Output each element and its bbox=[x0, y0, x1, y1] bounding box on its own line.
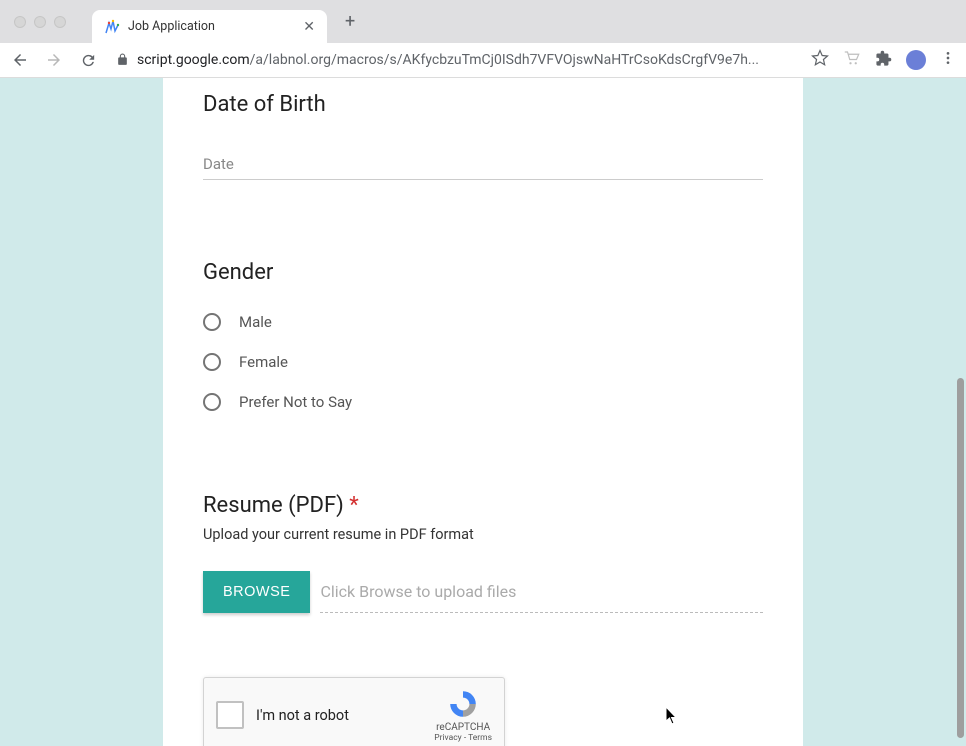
recaptcha-brand: reCAPTCHA bbox=[436, 722, 490, 733]
recaptcha-label: I'm not a robot bbox=[256, 707, 422, 724]
gender-title: Gender bbox=[203, 246, 763, 285]
form-card: Date of Birth Date Gender Male Female Pr… bbox=[163, 78, 803, 746]
new-tab-button[interactable]: + bbox=[345, 11, 355, 32]
radio-icon bbox=[203, 393, 221, 411]
resume-title: Resume (PDF) * bbox=[203, 445, 763, 518]
url-path: /a/labnol.org/macros/s/AKfycbzuTmCj0ISdh… bbox=[250, 52, 759, 68]
scrollbar-thumb[interactable] bbox=[957, 378, 964, 738]
radio-icon bbox=[203, 353, 221, 371]
radio-label: Prefer Not to Say bbox=[239, 393, 352, 411]
resume-description: Upload your current resume in PDF format bbox=[203, 526, 763, 543]
tab-title: Job Application bbox=[128, 19, 215, 34]
radio-icon bbox=[203, 313, 221, 331]
radio-label: Female bbox=[239, 353, 288, 371]
window-titlebar: Job Application ✕ + bbox=[0, 0, 966, 43]
gender-radio-group: Male Female Prefer Not to Say bbox=[203, 313, 763, 411]
recaptcha-logo-icon bbox=[447, 688, 479, 720]
recaptcha-checkbox[interactable] bbox=[216, 701, 244, 729]
profile-avatar[interactable] bbox=[906, 50, 926, 70]
gender-option-female[interactable]: Female bbox=[203, 353, 763, 371]
reload-button[interactable] bbox=[78, 50, 98, 70]
maximize-window-button[interactable] bbox=[54, 16, 66, 28]
upload-row: BROWSE Click Browse to upload files bbox=[203, 571, 763, 613]
url-host: script.google.com bbox=[137, 52, 250, 68]
favicon-icon bbox=[104, 19, 120, 35]
upload-placeholder[interactable]: Click Browse to upload files bbox=[320, 571, 763, 613]
url-text: script.google.com/a/labnol.org/macros/s/… bbox=[137, 52, 793, 68]
forward-button[interactable] bbox=[44, 50, 64, 70]
recaptcha-widget: I'm not a robot reCAPTCHA Privacy - Term… bbox=[203, 677, 505, 746]
required-indicator: * bbox=[349, 493, 358, 518]
recaptcha-branding: reCAPTCHA Privacy - Terms bbox=[434, 688, 492, 743]
dob-title: Date of Birth bbox=[203, 78, 763, 117]
bookmark-icon[interactable] bbox=[811, 49, 829, 71]
shopping-icon[interactable] bbox=[843, 49, 861, 71]
gender-option-prefer-not[interactable]: Prefer Not to Say bbox=[203, 393, 763, 411]
browse-button[interactable]: BROWSE bbox=[203, 571, 310, 613]
radio-label: Male bbox=[239, 313, 272, 331]
browser-toolbar: script.google.com/a/labnol.org/macros/s/… bbox=[0, 43, 966, 78]
menu-icon[interactable] bbox=[940, 50, 956, 70]
minimize-window-button[interactable] bbox=[34, 16, 46, 28]
traffic-lights bbox=[14, 16, 66, 28]
close-tab-icon[interactable]: ✕ bbox=[303, 19, 315, 35]
dob-input[interactable]: Date bbox=[203, 155, 763, 180]
lock-icon bbox=[116, 51, 129, 70]
extensions-icon[interactable] bbox=[875, 50, 892, 71]
gender-option-male[interactable]: Male bbox=[203, 313, 763, 331]
browser-tab[interactable]: Job Application ✕ bbox=[92, 10, 327, 43]
address-bar[interactable]: script.google.com/a/labnol.org/macros/s/… bbox=[112, 51, 797, 70]
resume-title-text: Resume (PDF) bbox=[203, 493, 344, 518]
recaptcha-legal[interactable]: Privacy - Terms bbox=[434, 733, 492, 743]
back-button[interactable] bbox=[10, 50, 30, 70]
close-window-button[interactable] bbox=[14, 16, 26, 28]
page-viewport: Date of Birth Date Gender Male Female Pr… bbox=[0, 78, 966, 746]
